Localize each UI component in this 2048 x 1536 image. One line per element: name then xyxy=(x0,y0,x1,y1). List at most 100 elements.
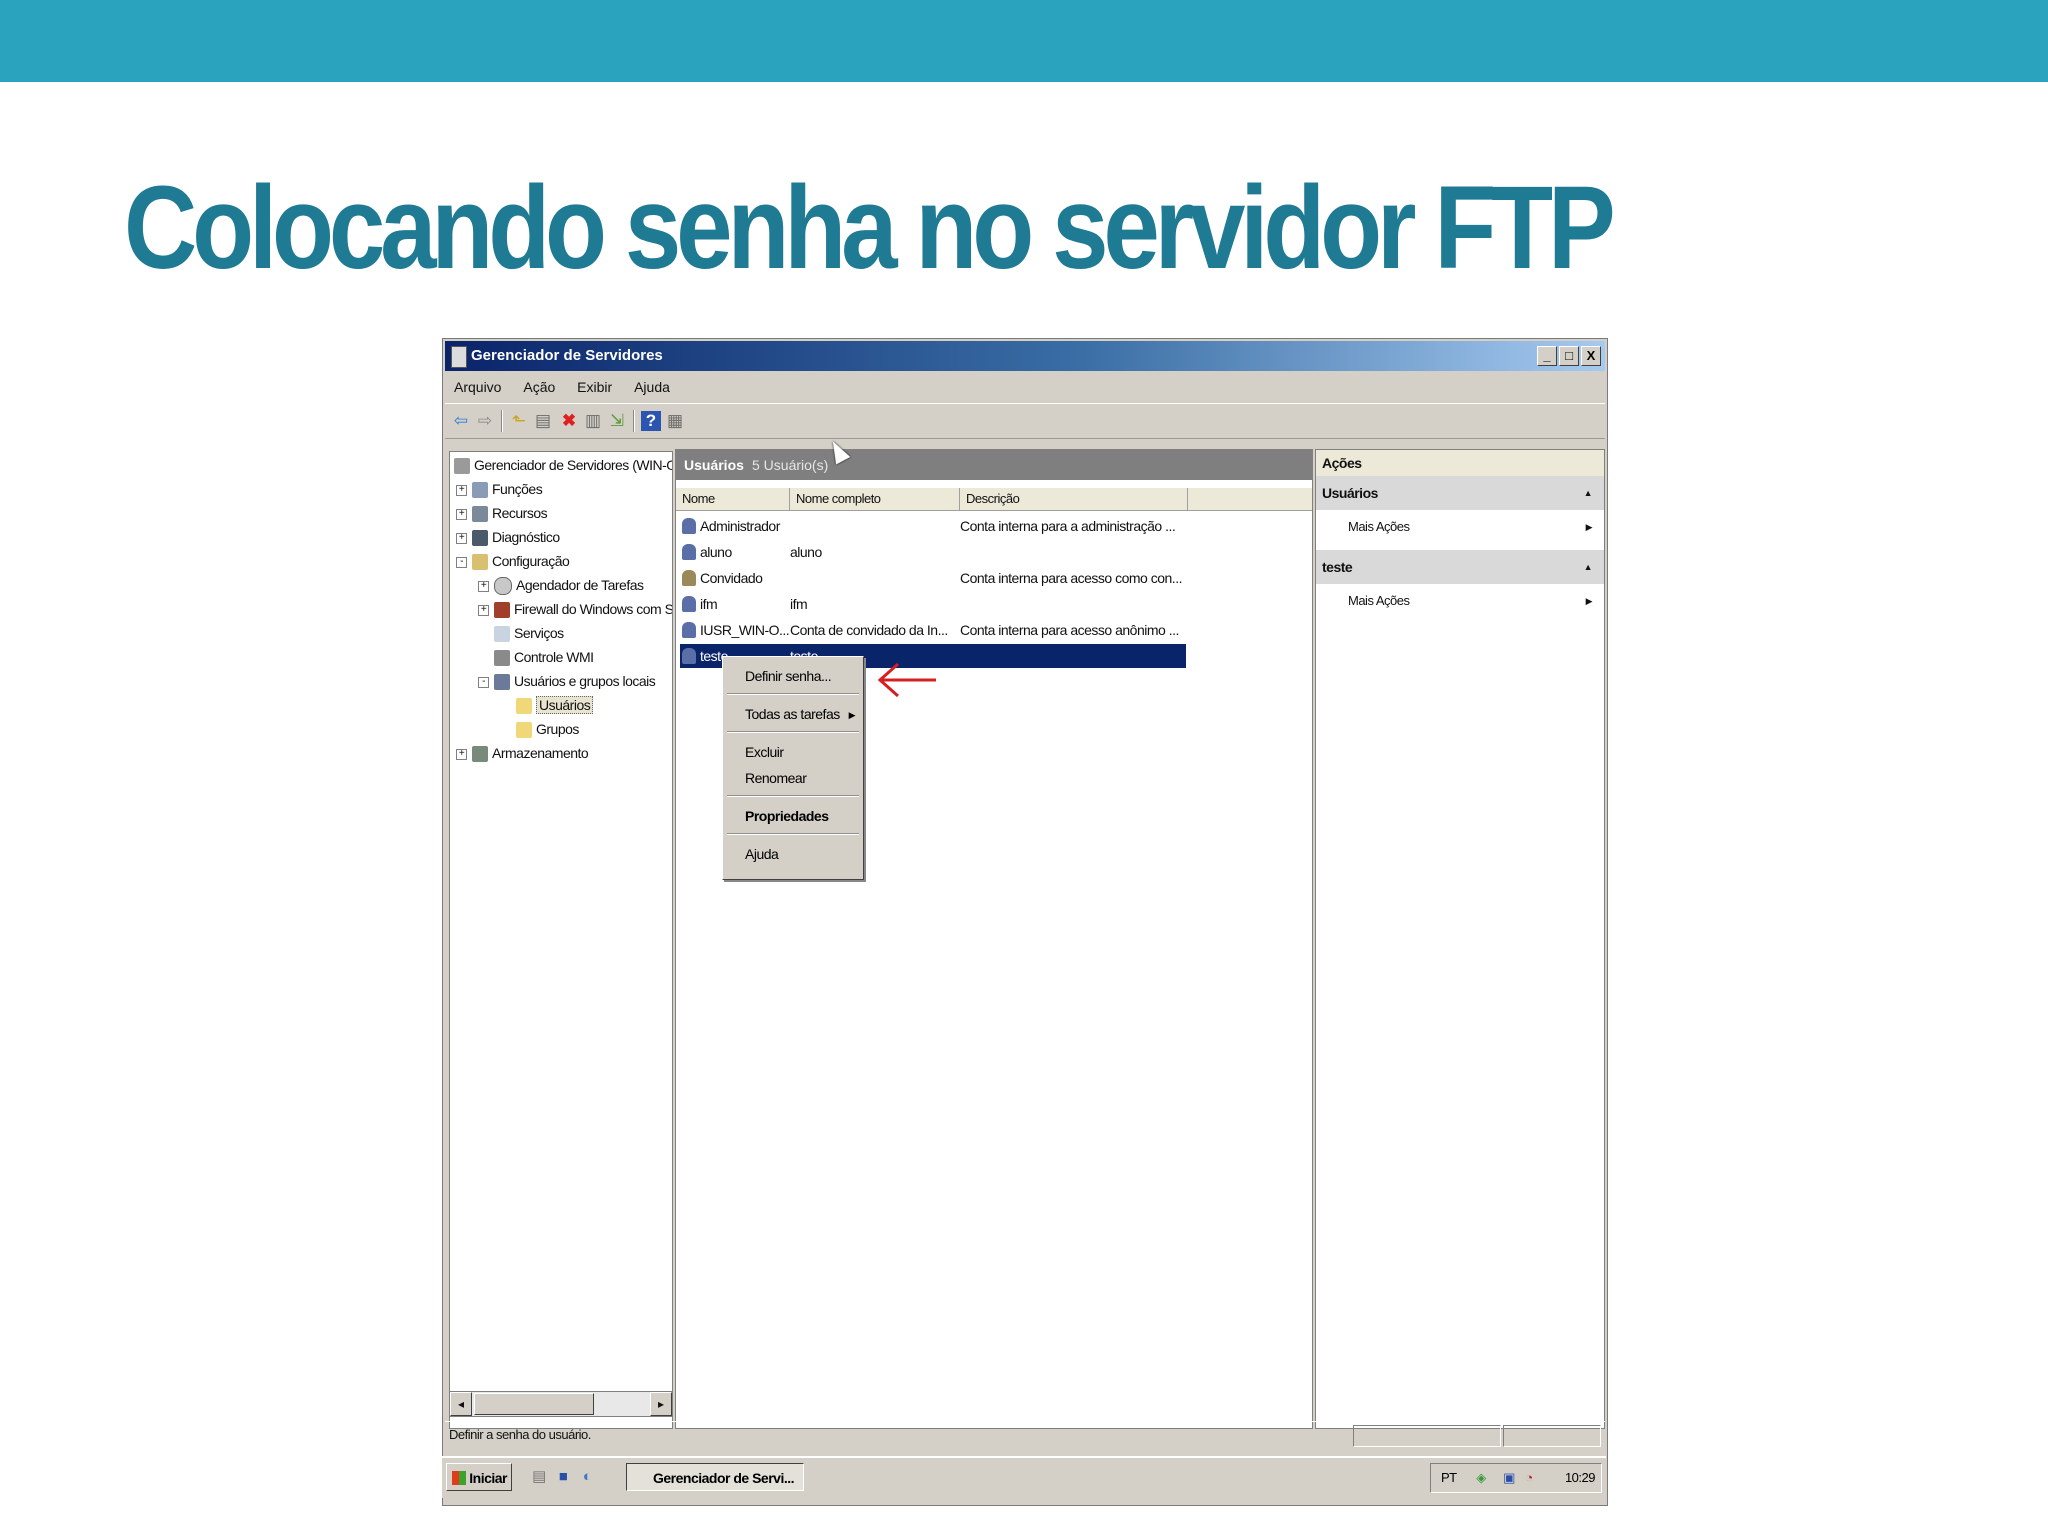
firewall-icon xyxy=(494,602,510,619)
tree-item-agendador[interactable]: + Agendador de Tarefas xyxy=(478,574,644,596)
menu-item-ajuda[interactable]: Ajuda xyxy=(745,843,779,865)
status-panel xyxy=(1353,1425,1501,1447)
guest-user-icon xyxy=(682,570,696,586)
forward-icon[interactable]: ⇨ xyxy=(475,411,495,431)
volume-icon[interactable]: ◔ xyxy=(1521,1470,1537,1486)
submenu-arrow-icon: ▶ xyxy=(848,710,856,720)
window-titlebar[interactable]: Gerenciador de Servidores _ □ X xyxy=(445,341,1605,371)
menu-item-definir-senha[interactable]: Definir senha... xyxy=(745,665,832,687)
menu-item-propriedades[interactable]: Propriedades xyxy=(745,805,829,827)
close-button[interactable]: X xyxy=(1581,346,1601,366)
tree-item-firewall[interactable]: + Firewall do Windows com Se xyxy=(478,598,672,620)
tree-item-funcoes[interactable]: + Funções xyxy=(456,478,543,500)
slide-title: Colocando senha no servidor FTP xyxy=(124,162,1616,294)
column-headers: Nome Nome completo Descrição xyxy=(676,488,1312,511)
explorer-icon[interactable]: ◐ xyxy=(578,1468,596,1486)
up-icon[interactable]: ⬑ xyxy=(509,411,529,431)
server-manager-quicklaunch-icon[interactable]: ▤ xyxy=(530,1468,548,1486)
server-manager-icon xyxy=(451,346,467,368)
tree-item-diagnostico[interactable]: + Diagnóstico xyxy=(456,526,560,548)
column-nome[interactable]: Nome xyxy=(676,488,790,510)
user-icon xyxy=(682,544,696,560)
maximize-button[interactable]: □ xyxy=(1559,346,1579,366)
action-mais-acoes-teste[interactable]: Mais Ações ▶ xyxy=(1348,584,1604,618)
submenu-arrow-icon: ▶ xyxy=(1585,522,1593,532)
diagnostics-icon xyxy=(472,530,488,547)
menu-arquivo[interactable]: Arquivo xyxy=(445,373,510,401)
tree-root[interactable]: Gerenciador de Servidores (WIN-O xyxy=(454,454,672,476)
menu-item-renomear[interactable]: Renomear xyxy=(745,767,807,789)
scroll-thumb[interactable] xyxy=(474,1393,594,1415)
user-icon xyxy=(682,596,696,612)
storage-icon xyxy=(472,746,488,763)
taskbar: Iniciar ▤ ■ ◐ Gerenciador de Servi... PT… xyxy=(442,1456,1606,1498)
scroll-left-icon[interactable]: ◂ xyxy=(450,1392,472,1416)
column-nome-completo[interactable]: Nome completo xyxy=(790,488,960,510)
server-manager-window: Gerenciador de Servidores _ □ X Arquivo … xyxy=(442,338,1608,1506)
menu-exibir[interactable]: Exibir xyxy=(568,373,621,401)
clock: 10:29 xyxy=(1564,1470,1596,1485)
tree-item-usuarios[interactable]: Usuários xyxy=(516,694,594,716)
collapse-icon[interactable]: ▲ xyxy=(1584,550,1593,584)
context-menu: Definir senha... Todas as tarefas ▶ Excl… xyxy=(722,656,864,880)
view-icon[interactable]: ▦ xyxy=(665,411,685,431)
slide-top-bar xyxy=(0,0,2048,82)
toolbar: ⇦ ⇨ ⬑ ▤ ✖ ▥ ⇲ ? ▦ xyxy=(445,403,1605,439)
taskbar-button-server-manager[interactable]: Gerenciador de Servi... xyxy=(626,1463,804,1491)
menu-separator xyxy=(727,795,859,797)
network-icon[interactable]: ◈ xyxy=(1473,1470,1489,1486)
toolbar-separator xyxy=(633,410,635,432)
export-icon[interactable]: ⇲ xyxy=(607,411,627,431)
actions-pane: Ações Usuários ▲ Mais Ações ▶ teste ▲ Ma… xyxy=(1315,449,1605,1429)
actions-group-usuarios[interactable]: Usuários ▲ xyxy=(1316,476,1604,510)
menu-item-excluir[interactable]: Excluir xyxy=(745,741,784,763)
tree-item-wmi[interactable]: Controle WMI xyxy=(494,646,594,668)
system-tray: PT ◈ ▣ ◔ 10:29 xyxy=(1430,1463,1602,1493)
status-bar: Definir a senha do usuário. xyxy=(445,1421,1605,1448)
clock-icon xyxy=(494,577,512,596)
tree-item-servicos[interactable]: Serviços xyxy=(494,622,564,644)
menu-separator xyxy=(727,833,859,835)
start-button[interactable]: Iniciar xyxy=(446,1463,512,1491)
menu-acao[interactable]: Ação xyxy=(514,373,564,401)
back-icon[interactable]: ⇦ xyxy=(451,411,471,431)
features-icon xyxy=(472,506,488,523)
tree-item-recursos[interactable]: + Recursos xyxy=(456,502,548,524)
users-pane-header: Usuários 5 Usuário(s) xyxy=(676,450,1312,480)
menu-ajuda[interactable]: Ajuda xyxy=(625,373,679,401)
tree-item-armazenamento[interactable]: + Armazenamento xyxy=(456,742,589,764)
display-icon[interactable]: ▣ xyxy=(1501,1470,1517,1486)
actions-header: Ações xyxy=(1316,450,1604,477)
window-title: Gerenciador de Servidores xyxy=(471,347,663,364)
tree-item-usuarios-grupos[interactable]: - Usuários e grupos locais xyxy=(478,670,656,692)
scroll-right-icon[interactable]: ▸ xyxy=(650,1392,672,1416)
menu-separator xyxy=(727,693,859,695)
actions-group-teste[interactable]: teste ▲ xyxy=(1316,550,1604,584)
folder-icon xyxy=(516,722,532,739)
collapse-icon[interactable]: ▲ xyxy=(1584,476,1593,510)
services-icon xyxy=(494,626,510,643)
tree-item-configuracao[interactable]: - Configuração xyxy=(456,550,570,572)
status-panel xyxy=(1503,1425,1601,1447)
show-hide-tree-icon[interactable]: ▤ xyxy=(533,411,553,431)
folder-icon xyxy=(516,698,532,715)
toolbar-separator xyxy=(501,410,503,432)
language-indicator[interactable]: PT xyxy=(1441,1464,1457,1492)
tree-item-grupos[interactable]: Grupos xyxy=(516,718,579,740)
navigation-tree: Gerenciador de Servidores (WIN-O + Funçõe… xyxy=(449,451,673,1429)
delete-icon[interactable]: ✖ xyxy=(559,411,579,431)
users-count: 5 Usuário(s) xyxy=(752,457,829,473)
users-groups-icon xyxy=(494,674,510,691)
properties-icon[interactable]: ▥ xyxy=(583,411,603,431)
menu-bar: Arquivo Ação Exibir Ajuda xyxy=(445,373,1605,401)
powershell-icon[interactable]: ■ xyxy=(554,1468,572,1486)
minimize-button[interactable]: _ xyxy=(1537,346,1557,366)
tree-horizontal-scrollbar[interactable]: ◂ ▸ xyxy=(449,1391,673,1417)
windows-logo-icon xyxy=(452,1471,466,1485)
red-arrow-annotation xyxy=(877,662,936,698)
help-icon[interactable]: ? xyxy=(641,411,661,431)
action-mais-acoes-usuarios[interactable]: Mais Ações ▶ xyxy=(1348,510,1604,544)
column-descricao[interactable]: Descrição xyxy=(960,488,1188,510)
wmi-icon xyxy=(494,650,510,667)
menu-item-todas-tarefas[interactable]: Todas as tarefas xyxy=(745,703,840,725)
